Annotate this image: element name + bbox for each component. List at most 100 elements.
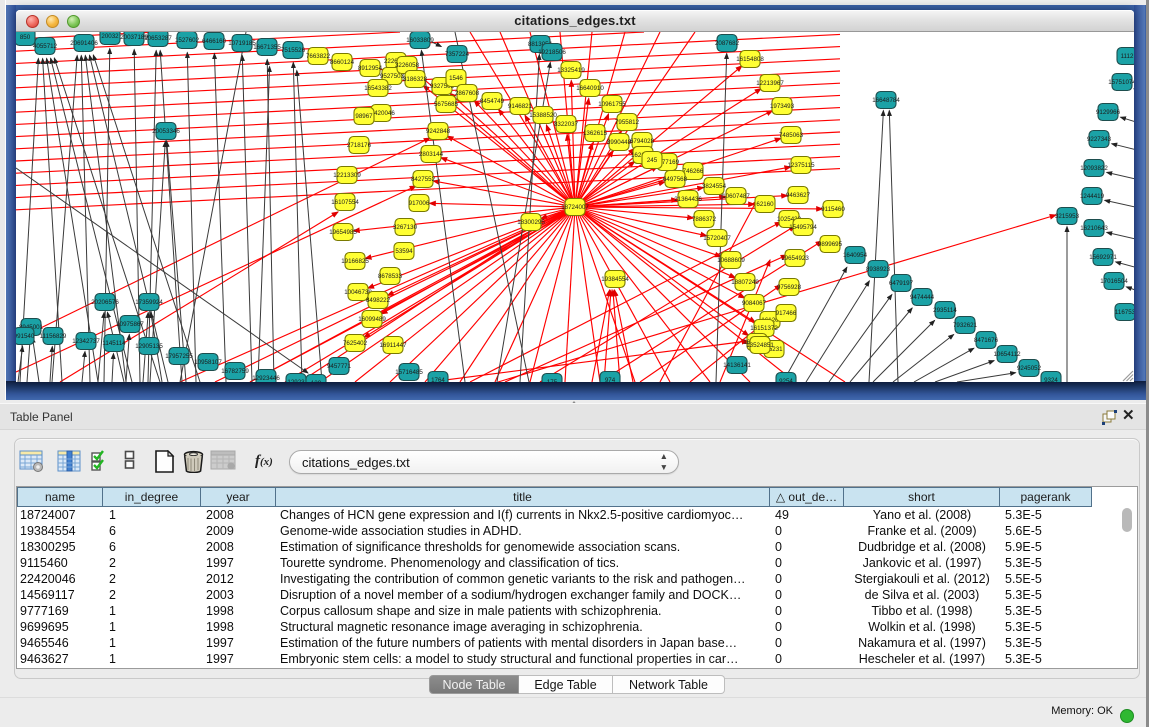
svg-text:12342737: 12342737 (72, 338, 100, 345)
svg-text:15720407: 15720407 (703, 235, 731, 242)
svg-text:16154808: 16154808 (736, 56, 764, 63)
svg-text:18807249: 18807249 (731, 279, 759, 286)
svg-text:10653287: 10653287 (144, 35, 172, 42)
svg-text:16640910: 16640910 (576, 85, 604, 92)
svg-text:53594: 53594 (395, 248, 413, 255)
svg-text:5675685: 5675685 (434, 101, 459, 108)
svg-text:1764: 1764 (431, 377, 445, 382)
svg-text:16099489: 16099489 (358, 316, 386, 323)
svg-text:15495794: 15495794 (789, 224, 817, 231)
svg-text:9756928: 9756928 (777, 284, 802, 291)
svg-text:19654985: 19654985 (329, 229, 357, 236)
svg-text:19166825: 19166825 (341, 258, 369, 265)
svg-text:20032: 20032 (101, 33, 119, 40)
svg-text:2718176: 2718176 (347, 142, 372, 149)
svg-text:9463627: 9463627 (786, 192, 811, 199)
svg-text:7515526: 7515526 (281, 47, 306, 54)
svg-text:129: 129 (311, 380, 322, 382)
svg-text:1546: 1546 (449, 75, 463, 82)
svg-text:98967: 98967 (355, 113, 373, 120)
svg-text:16911447: 16911447 (379, 342, 407, 349)
svg-text:14136141: 14136141 (723, 362, 751, 369)
svg-text:15388520: 15388520 (529, 112, 557, 119)
svg-text:8471676: 8471676 (974, 337, 999, 344)
svg-text:10688609: 10688609 (717, 257, 745, 264)
svg-text:2087682: 2087682 (715, 40, 740, 47)
svg-text:7932621: 7932621 (953, 322, 978, 329)
svg-text:175: 175 (547, 379, 558, 382)
svg-text:16151372: 16151372 (750, 325, 778, 332)
svg-text:8660124: 8660124 (330, 59, 355, 66)
svg-text:245: 245 (647, 157, 658, 164)
svg-text:15751074: 15751074 (1108, 79, 1134, 86)
svg-text:21364436: 21364436 (674, 196, 702, 203)
svg-text:16543382: 16543382 (364, 85, 392, 92)
svg-text:7886372: 7886372 (692, 216, 717, 223)
svg-text:18724007: 18724007 (561, 204, 589, 211)
svg-text:3267130: 3267130 (393, 224, 418, 231)
svg-text:4055712: 4055712 (33, 43, 58, 50)
svg-text:2803144: 2803144 (419, 151, 444, 158)
svg-text:20206576: 20206576 (91, 299, 119, 306)
svg-text:10719185: 10719185 (228, 40, 256, 47)
svg-text:9254: 9254 (779, 378, 793, 382)
svg-text:917466: 917466 (776, 310, 797, 317)
svg-text:1145114: 1145114 (102, 340, 126, 347)
svg-text:8912954: 8912954 (358, 65, 383, 72)
svg-text:10961755: 10961755 (598, 101, 626, 108)
svg-text:12923: 12923 (287, 379, 305, 382)
svg-text:10654112: 10654112 (993, 351, 1021, 358)
svg-text:15716485: 15716485 (395, 369, 423, 376)
svg-text:6794028: 6794028 (630, 138, 655, 145)
svg-text:1640954: 1640954 (843, 252, 868, 259)
svg-text:7485063: 7485063 (779, 132, 804, 139)
svg-text:6466160: 6466160 (202, 38, 227, 45)
svg-text:9115460: 9115460 (821, 206, 845, 213)
svg-text:2867608: 2867608 (455, 90, 480, 97)
svg-text:16107554: 16107554 (331, 199, 359, 206)
svg-text:19654923: 19654923 (781, 255, 809, 262)
svg-text:8427552: 8427552 (411, 176, 436, 183)
svg-text:1973493: 1973493 (770, 103, 795, 110)
svg-text:8454749: 8454749 (480, 98, 505, 105)
svg-text:10958107: 10958107 (194, 359, 222, 366)
svg-text:8990448: 8990448 (607, 139, 632, 146)
svg-text:917006: 917006 (409, 200, 430, 207)
svg-text:17359924: 17359924 (135, 299, 163, 306)
svg-text:16033809: 16033809 (406, 37, 434, 44)
svg-text:9527503: 9527503 (380, 73, 405, 80)
svg-text:12093822: 12093822 (1080, 165, 1108, 172)
svg-text:9227343: 9227343 (1087, 136, 1112, 143)
svg-text:9084067: 9084067 (742, 300, 767, 307)
svg-text:13524851: 13524851 (746, 342, 774, 349)
svg-text:8678533: 8678533 (378, 273, 403, 280)
svg-text:9242848: 9242848 (426, 128, 451, 135)
svg-text:10975867: 10975867 (116, 321, 144, 328)
svg-text:19218506: 19218506 (538, 49, 566, 56)
svg-text:62160: 62160 (756, 201, 774, 208)
svg-text:850: 850 (20, 34, 31, 41)
svg-text:6479197: 6479197 (889, 280, 914, 287)
svg-text:1527602: 1527602 (175, 37, 200, 44)
svg-text:746266: 746266 (683, 168, 704, 175)
svg-text:116753: 116753 (1115, 309, 1134, 316)
svg-text:16210643: 16210643 (1080, 225, 1108, 232)
svg-text:6497568: 6497568 (663, 176, 688, 183)
svg-text:3226058: 3226058 (395, 62, 420, 69)
svg-text:12213967: 12213967 (756, 80, 784, 87)
svg-text:991540: 991540 (16, 333, 35, 340)
svg-text:8498222: 8498222 (366, 297, 391, 304)
svg-text:974: 974 (605, 377, 616, 382)
svg-text:7955812: 7955812 (615, 119, 640, 126)
svg-text:12213309: 12213309 (333, 172, 361, 179)
svg-text:8186328: 8186328 (403, 76, 428, 83)
svg-text:7663822: 7663822 (306, 53, 331, 60)
svg-text:1362615: 1362615 (583, 130, 608, 137)
svg-text:3824554: 3824554 (702, 183, 727, 190)
svg-text:3215953: 3215953 (1055, 213, 1080, 220)
svg-text:7357224: 7357224 (445, 51, 470, 58)
svg-text:19384554: 19384554 (601, 276, 629, 283)
svg-text:9474444: 9474444 (910, 294, 935, 301)
svg-text:16782759: 16782759 (221, 368, 249, 375)
svg-text:2935114: 2935114 (933, 307, 957, 314)
